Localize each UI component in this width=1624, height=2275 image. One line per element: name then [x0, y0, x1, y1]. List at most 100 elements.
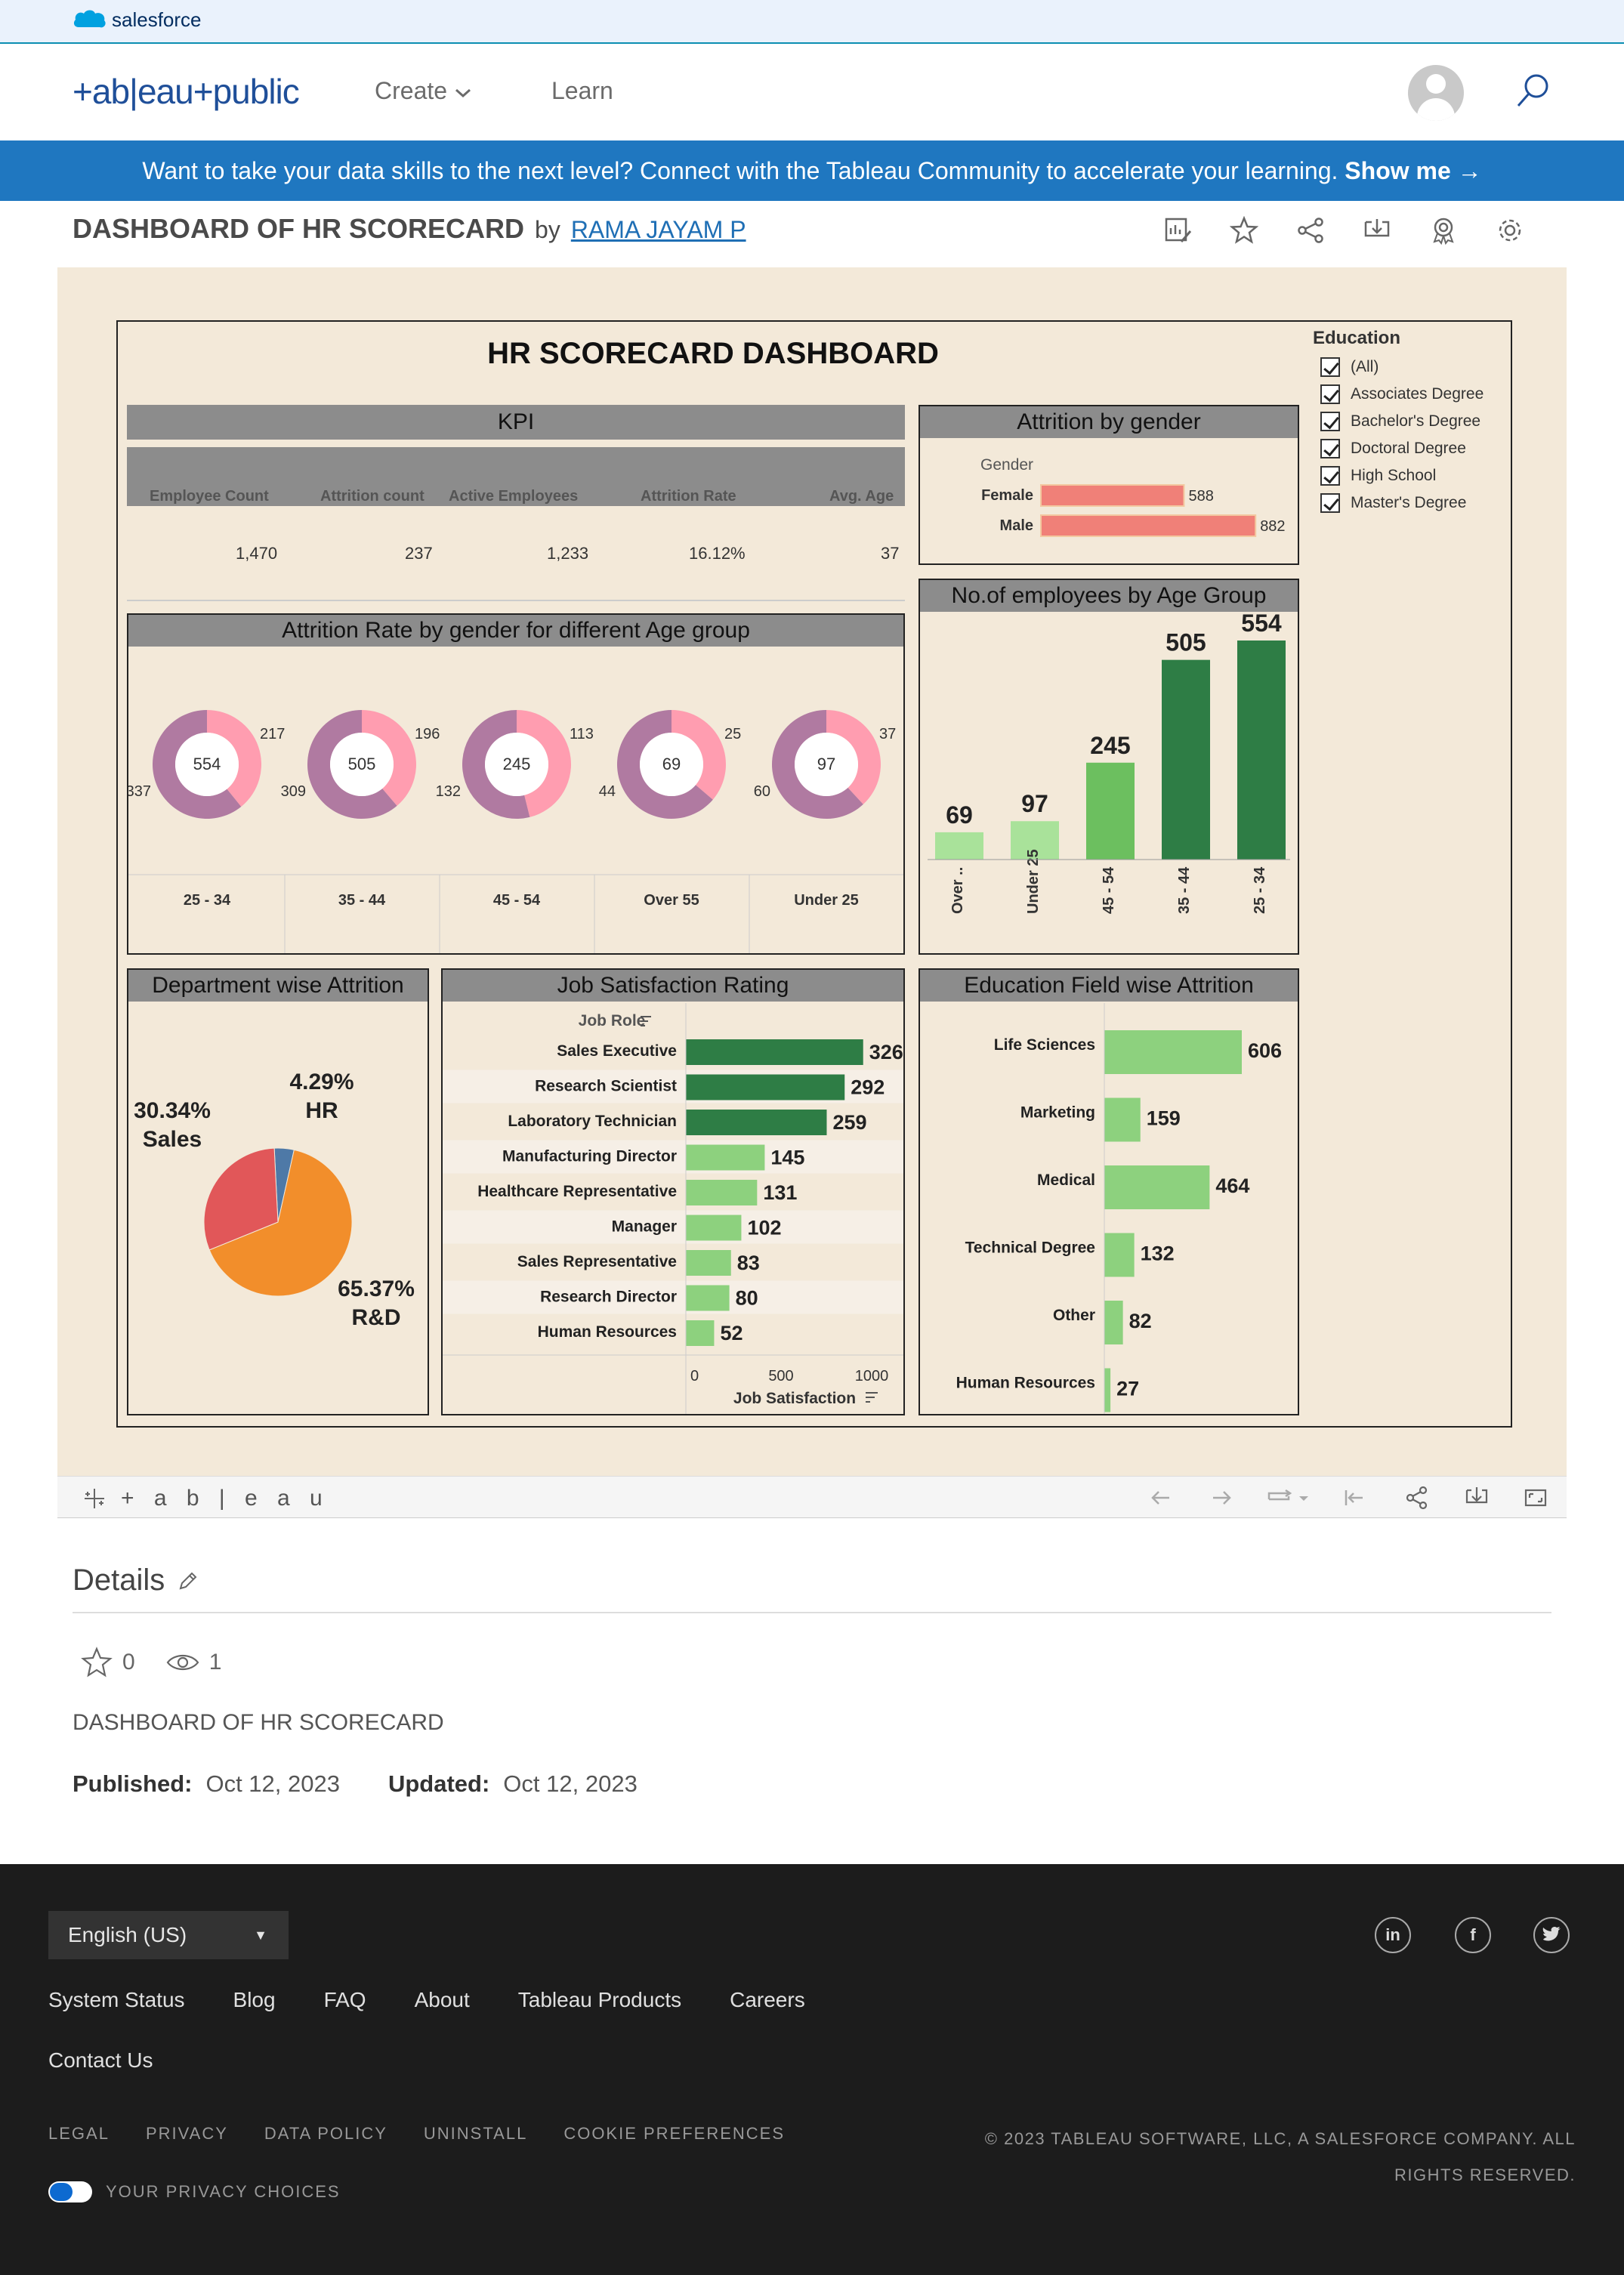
share-button[interactable]	[1296, 216, 1325, 245]
twitter-icon[interactable]	[1533, 1917, 1570, 1953]
education-field-bar-chart: Life Sciences 606 Marketing 159 Medical 464 Te…	[956, 1003, 1282, 1414]
job-satisfaction-value: 326	[869, 1041, 903, 1063]
settings-button[interactable]	[1496, 216, 1524, 245]
privacy-choices-label: YOUR PRIVACY CHOICES	[106, 2182, 341, 2201]
education-option-masters[interactable]: Master's Degree	[1313, 489, 1494, 517]
search-button[interactable]	[1514, 71, 1553, 114]
age-group-bar-chart: 69 Over .. 97 Under 25 245 45 - 54 505 35 - 44 5…	[928, 613, 1290, 914]
cookie-preferences-link[interactable]: COOKIE PREFERENCES	[563, 2124, 785, 2144]
education-filter: Education (All) Associates Degree Bachel…	[1313, 328, 1494, 517]
checkbox-checked-icon[interactable]	[1320, 384, 1340, 404]
age-group-bar-value: 97	[1021, 790, 1048, 817]
age-group-tick-label: Over ..	[949, 867, 966, 914]
footer-link-faq[interactable]: FAQ	[324, 1988, 366, 2012]
education-field-value: 159	[1147, 1107, 1181, 1130]
author-link[interactable]: RAMA JAYAM P	[571, 216, 746, 244]
banner-cta-link[interactable]: Show me →	[1345, 157, 1481, 184]
age-group-tick-label: 25 - 34	[1252, 866, 1268, 914]
download-button[interactable]	[1363, 216, 1391, 245]
checkbox-checked-icon[interactable]	[1320, 357, 1340, 377]
donut-male-value: 44	[599, 783, 616, 800]
viz-description: DASHBOARD OF HR SCORECARD	[73, 1710, 444, 1735]
redo-icon[interactable]	[1210, 1487, 1233, 1508]
kpi-value-attrition-rate: 16.12%	[689, 544, 746, 563]
checkbox-checked-icon[interactable]	[1320, 466, 1340, 486]
language-select[interactable]: English (US) ▼	[48, 1911, 289, 1959]
education-field-panel: Education Field wise Attrition Life Scie…	[919, 968, 1299, 1415]
job-satisfaction-value: 52	[720, 1322, 743, 1344]
privacy-link[interactable]: PRIVACY	[146, 2124, 228, 2144]
download-icon[interactable]	[1464, 1486, 1490, 1510]
education-option-high-school[interactable]: High School	[1313, 462, 1494, 489]
attrition-by-gender-title: Attrition by gender	[920, 406, 1298, 438]
gender-category-label: Male	[1000, 517, 1033, 534]
education-field-bar	[1104, 1165, 1210, 1209]
viz-title: DASHBOARD OF HR SCORECARD	[73, 213, 525, 244]
nav-create[interactable]: Create	[375, 77, 472, 105]
footer-link-system-status[interactable]: System Status	[48, 1988, 185, 2012]
department-pie-label: R&D	[352, 1305, 401, 1330]
site-footer: English (US) ▼ in f System Status Blog FA…	[0, 1864, 1624, 2275]
published-label: Published:	[73, 1770, 193, 1797]
donut-male-value: 132	[436, 783, 461, 800]
undo-icon[interactable]	[1150, 1487, 1172, 1508]
legal-links: LEGAL PRIVACY DATA POLICY UNINSTALL COOK…	[48, 2124, 785, 2144]
pencil-icon[interactable]	[177, 1570, 199, 1592]
edit-viz-button[interactable]	[1163, 216, 1192, 245]
star-icon	[1229, 215, 1259, 244]
favorite-button[interactable]	[1229, 215, 1259, 245]
job-satisfaction-bar	[686, 1285, 730, 1311]
nav-learn[interactable]: Learn	[551, 77, 613, 105]
legal-link[interactable]: LEGAL	[48, 2124, 110, 2144]
footer-link-tableau-products[interactable]: Tableau Products	[518, 1988, 681, 2012]
avatar[interactable]	[1408, 65, 1464, 121]
salesforce-logo[interactable]: salesforce	[73, 8, 202, 32]
donut-female-value: 217	[260, 726, 285, 742]
updated-label: Updated:	[387, 1770, 490, 1797]
job-x-axis-label: Job Satisfaction	[733, 1390, 856, 1407]
checkbox-checked-icon[interactable]	[1320, 493, 1340, 513]
data-policy-link[interactable]: DATA POLICY	[264, 2124, 387, 2144]
donut-female-value: 25	[724, 726, 741, 742]
age-group-tick-label: 45 - 54	[1101, 866, 1117, 914]
education-option-bachelors[interactable]: Bachelor's Degree	[1313, 408, 1494, 435]
kpi-divider	[127, 600, 905, 601]
kpi-label-attrition-count: Attrition count	[320, 488, 425, 505]
education-option-label: Associates Degree	[1351, 385, 1484, 403]
metadata-button[interactable]	[1429, 216, 1458, 245]
education-option-all[interactable]: (All)	[1313, 353, 1494, 381]
footer-link-contact-us[interactable]: Contact Us	[48, 2048, 153, 2073]
job-satisfaction-bar	[686, 1215, 742, 1241]
footer-link-about[interactable]: About	[415, 1988, 470, 2012]
age-group-bar-value: 245	[1090, 732, 1130, 759]
revert-icon[interactable]	[1266, 1487, 1311, 1508]
caret-down-icon: ▼	[254, 1928, 267, 1943]
department-pie-chart: 4.29% HR 30.34% Sales 65.37% R&D	[134, 1070, 415, 1330]
checkbox-checked-icon[interactable]	[1320, 412, 1340, 431]
department-attrition-title: Department wise Attrition	[128, 970, 428, 1002]
privacy-choices[interactable]: YOUR PRIVACY CHOICES	[48, 2181, 341, 2202]
facebook-icon[interactable]: f	[1455, 1917, 1491, 1953]
star-icon[interactable]	[80, 1647, 113, 1678]
checkbox-checked-icon[interactable]	[1320, 439, 1340, 458]
job-satisfaction-bar	[686, 1039, 863, 1065]
tableau-wordmark[interactable]: + a b | e a u	[121, 1486, 329, 1511]
tableau-public-logo[interactable]: +ab|eau+public	[73, 71, 300, 112]
education-option-associates[interactable]: Associates Degree	[1313, 381, 1494, 408]
kpi-label-avg-age: Avg. Age	[829, 488, 894, 505]
kpi-value-avg-age: 37	[881, 544, 900, 563]
linkedin-icon[interactable]: in	[1375, 1917, 1411, 1953]
education-field-label: Marketing	[1020, 1104, 1095, 1122]
job-x-tick-label: 500	[768, 1368, 793, 1384]
education-option-doctoral[interactable]: Doctoral Degree	[1313, 435, 1494, 462]
fullscreen-icon[interactable]	[1523, 1486, 1548, 1510]
footer-link-careers[interactable]: Careers	[730, 1988, 805, 2012]
donut-age-label: Under 25	[794, 892, 859, 909]
job-satisfaction-bar	[686, 1320, 715, 1346]
donut-male-value: 309	[281, 783, 306, 800]
uninstall-link[interactable]: UNINSTALL	[424, 2124, 527, 2144]
share-icon[interactable]	[1405, 1486, 1428, 1510]
reset-icon[interactable]	[1343, 1487, 1366, 1508]
footer-link-blog[interactable]: Blog	[233, 1988, 276, 2012]
donut-total: 97	[817, 755, 835, 773]
